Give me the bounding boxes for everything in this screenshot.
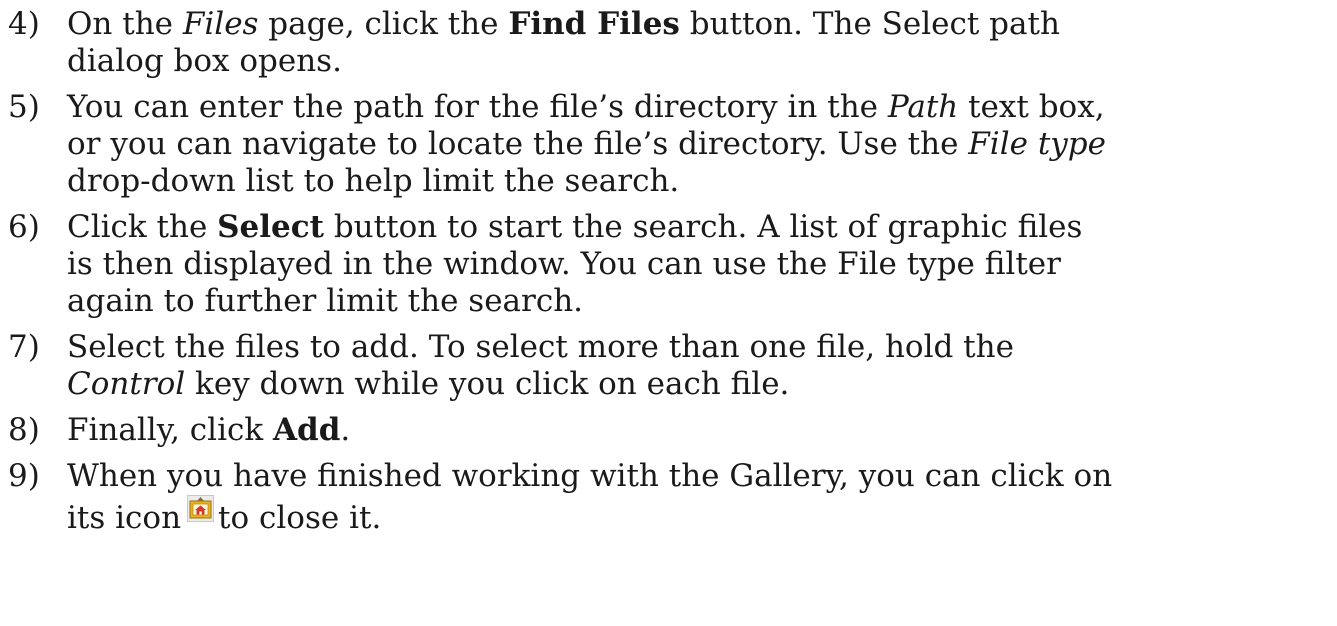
- step-text: Click the: [67, 209, 218, 245]
- step-number: 4): [8, 6, 40, 42]
- select-ref: Select: [217, 209, 324, 245]
- step-text: is then displayed in the window. You can…: [67, 246, 1061, 282]
- step-text: You can enter the path for the file’s di…: [67, 89, 888, 125]
- step-number: 7): [8, 329, 40, 365]
- step-text: Select the files to add. To select more …: [67, 329, 1014, 365]
- step-number: 9): [8, 458, 40, 494]
- step-4: 4) On the Files page, click the Find Fil…: [0, 6, 1337, 80]
- step-number: 8): [8, 412, 40, 448]
- step-number: 5): [8, 89, 40, 125]
- files-page-ref: Files: [182, 6, 259, 42]
- add-ref: Add: [273, 412, 341, 448]
- step-text: again to further limit the search.: [67, 283, 584, 319]
- instruction-steps: 4) On the Files page, click the Find Fil…: [0, 6, 1337, 541]
- step-text: key down while you click on each file.: [185, 366, 790, 402]
- step-text: Finally, click: [67, 412, 273, 448]
- document-page: 4) On the Files page, click the Find Fil…: [0, 0, 1337, 626]
- step-text: .: [340, 412, 351, 448]
- file-type-ref: File type: [968, 126, 1106, 162]
- step-5: 5) You can enter the path for the file’s…: [0, 89, 1337, 200]
- step-text: button. The Select path: [679, 6, 1060, 42]
- step-text: page, click the: [258, 6, 509, 42]
- gallery-icon: [187, 489, 215, 522]
- step-text: drop-down list to help limit the search.: [67, 163, 680, 199]
- step-text: When you have finished working with the …: [67, 458, 1113, 494]
- step-text: or you can navigate to locate the file’s…: [67, 126, 969, 162]
- step-text: dialog box opens.: [67, 43, 342, 79]
- find-files-ref: Find Files: [508, 6, 680, 42]
- step-7: 7) Select the files to add. To select mo…: [0, 329, 1337, 403]
- step-text: button to start the search. A list of gr…: [323, 209, 1083, 245]
- step-text: to close it.: [218, 500, 382, 536]
- step-6: 6) Click the Select button to start the …: [0, 209, 1337, 320]
- step-text: its icon: [67, 500, 182, 536]
- control-key-ref: Control: [67, 366, 186, 402]
- step-number: 6): [8, 209, 40, 245]
- step-9: 9) When you have finished working with t…: [0, 458, 1337, 541]
- path-ref: Path: [887, 89, 959, 125]
- step-text: text box,: [958, 89, 1105, 125]
- step-text: On the: [67, 6, 183, 42]
- step-8: 8) Finally, click Add.: [0, 412, 1337, 449]
